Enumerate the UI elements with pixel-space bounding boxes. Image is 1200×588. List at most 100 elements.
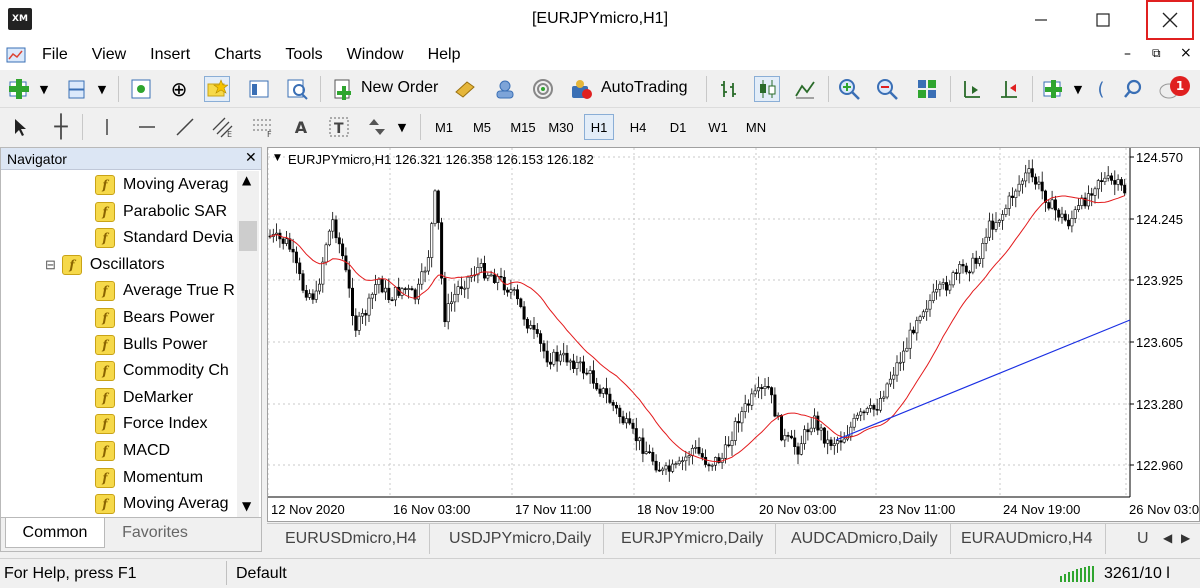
navigator-item[interactable]: f Parabolic SAR (95, 199, 237, 225)
chart-tab-truncated[interactable]: U (1125, 524, 1161, 554)
menu-charts[interactable]: Charts (202, 46, 273, 64)
autotrading-icon-button[interactable] (568, 76, 594, 102)
timeframe-h4[interactable]: H4 (622, 114, 654, 140)
candle-body (324, 244, 328, 263)
chart-menu-icon[interactable]: ▼ (274, 153, 281, 163)
navigator-item[interactable]: f DeMarker (95, 385, 237, 411)
search-button[interactable] (1120, 76, 1146, 102)
navigator-item[interactable]: f Force Index (95, 411, 237, 437)
metaeditor-button[interactable] (452, 76, 478, 102)
vertical-line-button[interactable] (94, 114, 120, 140)
mdi-restore-button[interactable]: ⧉ (1152, 46, 1161, 61)
minimize-button[interactable] (1018, 0, 1064, 40)
chart-tab-eurjpy-daily[interactable]: EURJPYmicro,Daily (609, 524, 777, 554)
chart-shift-button[interactable] (958, 76, 984, 102)
navigator-item[interactable]: ⊟ f Oscillators (45, 252, 237, 278)
mdi-close-button[interactable]: × (1180, 45, 1192, 61)
timeframe-m30[interactable]: M30 (542, 114, 580, 140)
trendline[interactable] (835, 319, 1131, 441)
timeframe-m15[interactable]: M15 (504, 114, 542, 140)
close-button[interactable] (1146, 0, 1194, 40)
scroll-down-icon[interactable]: ▼ (242, 499, 251, 513)
cursor-tool-button[interactable] (8, 114, 34, 140)
trendline-button[interactable] (172, 114, 198, 140)
timeframe-mn[interactable]: MN (740, 114, 772, 140)
notifications-button[interactable]: 1 (1158, 76, 1192, 102)
navigator-item[interactable]: f MACD (95, 438, 237, 464)
text-label-button[interactable]: T (326, 114, 352, 140)
new-chart-dropdown[interactable]: ▼ (36, 76, 52, 102)
navigator-item[interactable]: f Standard Devia (95, 225, 237, 251)
navigator-item[interactable]: f Bears Power (95, 305, 237, 331)
chart-tab-euraud-h4[interactable]: EURAUDmicro,H4 (949, 524, 1106, 554)
arrows-button[interactable] (364, 114, 390, 140)
zoom-in-button[interactable] (836, 76, 862, 102)
tile-windows-button[interactable] (914, 76, 940, 102)
indicators-dropdown[interactable]: ▼ (1070, 76, 1086, 102)
bar-chart-button[interactable] (716, 76, 742, 102)
menu-window[interactable]: Window (335, 46, 416, 64)
navigator-button[interactable] (204, 76, 230, 102)
profiles-dropdown[interactable]: ▼ (94, 76, 110, 102)
navigator-item[interactable]: f Commodity Ch (95, 358, 237, 384)
timeframe-h1[interactable]: H1 (584, 114, 614, 140)
navigator-item[interactable]: f Momentum (95, 465, 237, 491)
auto-scroll-button[interactable] (996, 76, 1022, 102)
fibonacci-button[interactable]: F (250, 114, 276, 140)
tab-common[interactable]: Common (5, 518, 105, 548)
chart-tab-audcad-daily[interactable]: AUDCADmicro,Daily (779, 524, 951, 554)
crosshair-button[interactable]: ┼ (48, 114, 74, 140)
text-tool-button[interactable]: A (288, 114, 314, 140)
horizontal-line-button[interactable] (134, 114, 160, 140)
timeframe-d1[interactable]: D1 (662, 114, 694, 140)
new-order-button[interactable]: New Order (361, 79, 438, 97)
tabs-scroll-left-icon[interactable]: ◀ (1163, 531, 1172, 545)
mdi-minimize-button[interactable]: – (1124, 46, 1131, 62)
zoom-out-button[interactable] (874, 76, 900, 102)
maximize-button[interactable] (1080, 0, 1126, 40)
timeframe-w1[interactable]: W1 (702, 114, 734, 140)
candle-body (707, 464, 711, 467)
crosshair-tool-button[interactable]: ⊕ (166, 76, 192, 102)
indicators-button[interactable] (1040, 76, 1066, 102)
line-chart-button[interactable] (792, 76, 818, 102)
menu-tools[interactable]: Tools (273, 46, 334, 64)
new-order-icon-button[interactable] (330, 76, 356, 102)
candlestick-chart[interactable]: 124.570 124.245 123.925 123.605 123.280 122.9… (268, 148, 1199, 521)
chart-window[interactable]: 124.570 124.245 123.925 123.605 123.280 122.9… (267, 147, 1200, 522)
navigator-close-icon[interactable]: ✕ (245, 150, 257, 166)
navigator-scroll-thumb[interactable] (239, 221, 257, 251)
navigator-item[interactable]: f Bulls Power (95, 332, 237, 358)
chart-tab-eurusd-h4[interactable]: EURUSDmicro,H4 (273, 524, 430, 554)
candle-body (512, 289, 516, 291)
menu-help[interactable]: Help (416, 46, 473, 64)
tabs-scroll-right-icon[interactable]: ▶ (1181, 531, 1190, 545)
arrows-dropdown[interactable]: ▼ (394, 114, 410, 140)
strategy-tester-button[interactable] (284, 76, 310, 102)
scroll-up-icon[interactable]: ▲ (242, 173, 251, 187)
chart-window-icon[interactable] (2, 41, 30, 69)
candle-body (446, 303, 450, 323)
signals-button[interactable] (530, 76, 556, 102)
menu-insert[interactable]: Insert (138, 46, 202, 64)
new-chart-button[interactable] (6, 76, 32, 102)
timeframe-m1[interactable]: M1 (428, 114, 460, 140)
autotrading-button[interactable]: AutoTrading (601, 79, 688, 97)
collapse-icon[interactable]: ⊟ (45, 257, 56, 273)
menu-file[interactable]: File (30, 46, 80, 64)
tab-favorites[interactable]: Favorites (107, 518, 203, 548)
community-button[interactable] (492, 76, 518, 102)
navigator-item[interactable]: f Average True R (95, 278, 237, 304)
navigator-item[interactable]: f Moving Averag (95, 491, 237, 517)
terminal-button[interactable] (246, 76, 272, 102)
equidistant-channel-button[interactable]: E (210, 114, 236, 140)
menu-view[interactable]: View (80, 46, 138, 64)
navigator-item[interactable]: f Moving Averag (95, 172, 237, 198)
profiles-button[interactable] (64, 76, 90, 102)
periods-icon[interactable]: ( (1094, 76, 1108, 102)
timeframe-m5[interactable]: M5 (466, 114, 498, 140)
chart-tab-usdjpy-daily[interactable]: USDJPYmicro,Daily (437, 524, 605, 554)
market-watch-button[interactable] (128, 76, 154, 102)
candle-body (565, 352, 569, 363)
candlestick-chart-button[interactable] (754, 76, 780, 102)
